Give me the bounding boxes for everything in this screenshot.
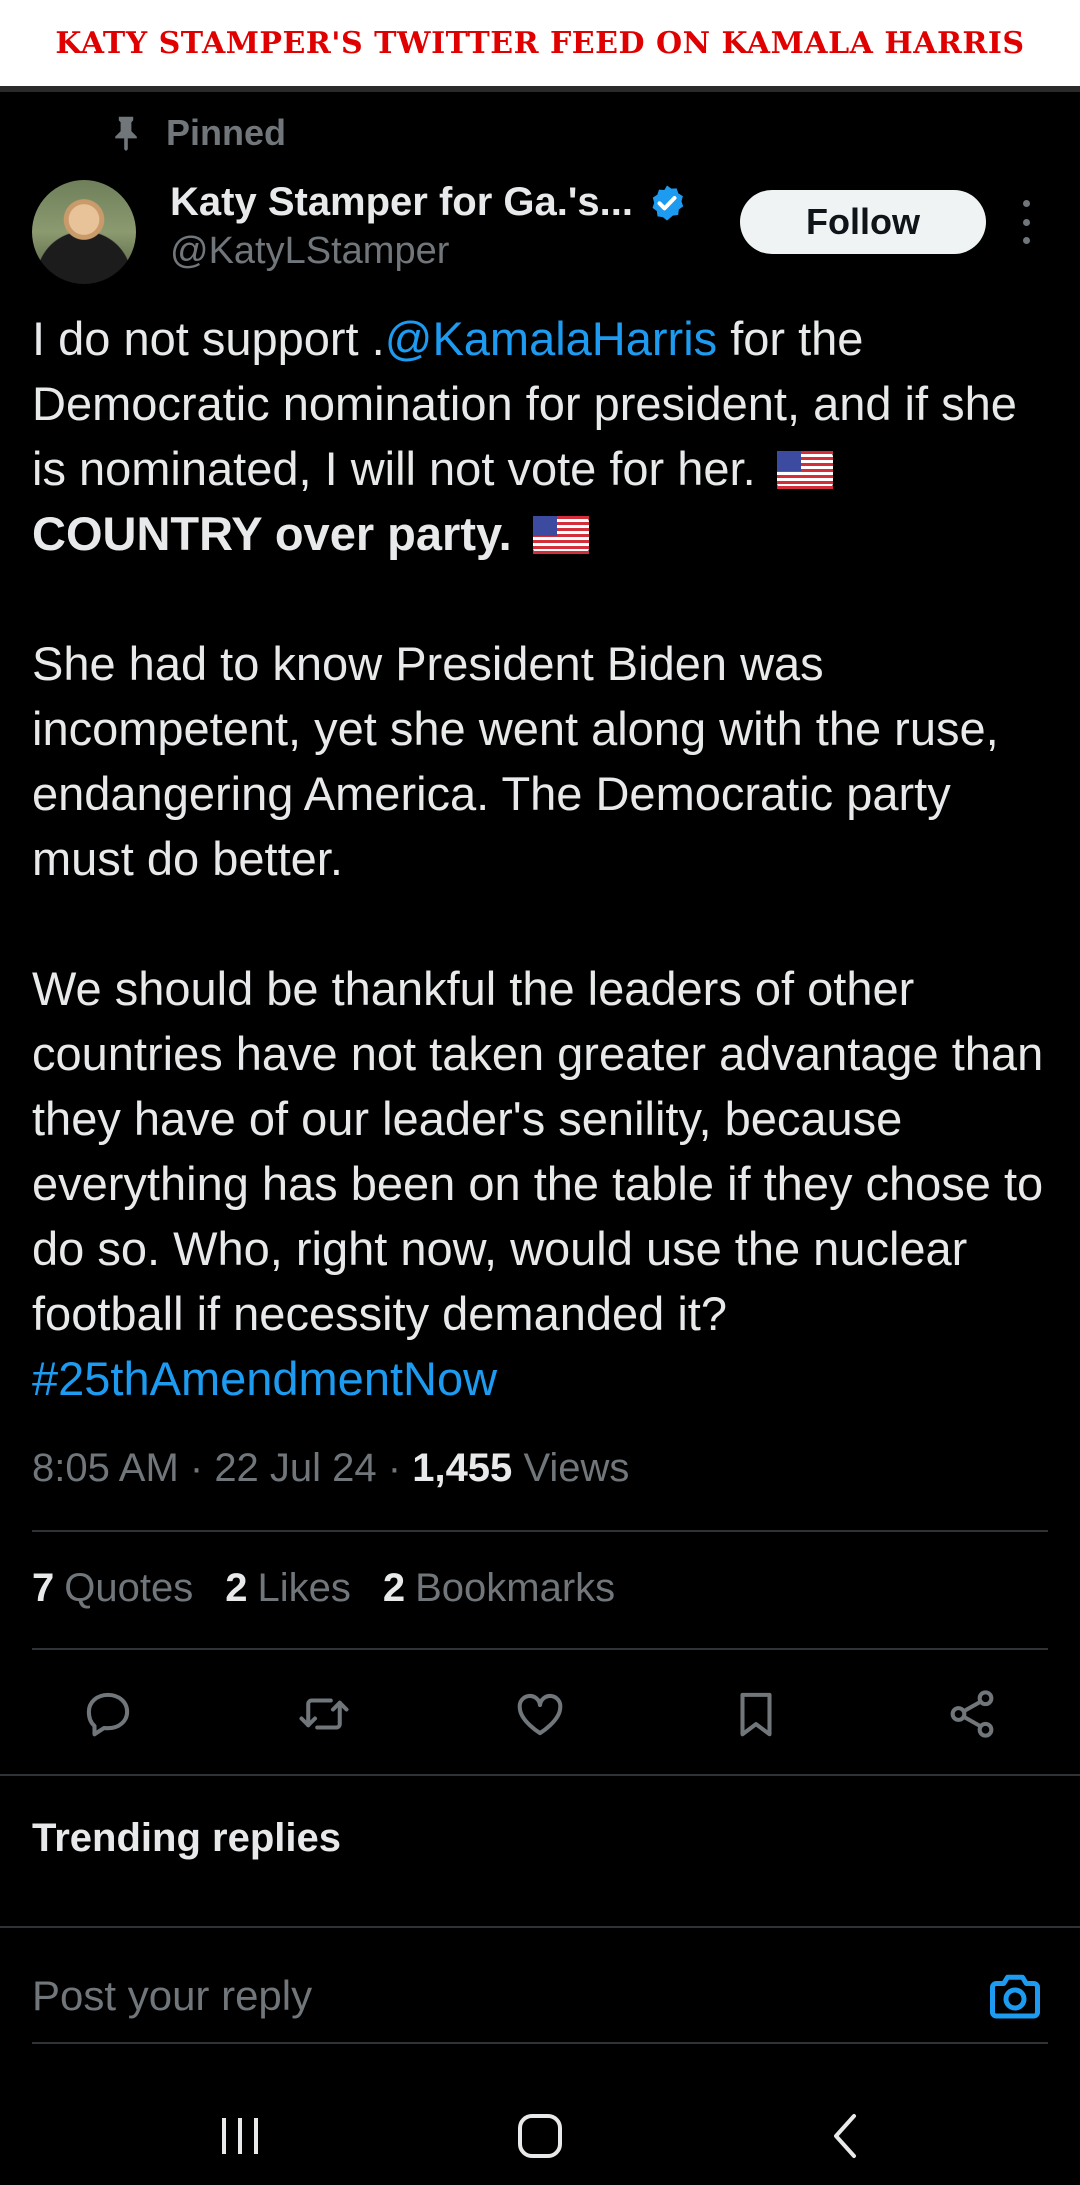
pin-icon bbox=[115, 116, 137, 151]
quotes-stat[interactable]: 7 Quotes bbox=[32, 1566, 193, 1611]
tweet-meta: 8:05 AM · 22 Jul 24 · 1,455 Views bbox=[32, 1446, 630, 1490]
divider bbox=[0, 1926, 1080, 1928]
reply-icon[interactable] bbox=[78, 1684, 138, 1744]
banner-divider bbox=[0, 86, 1080, 92]
pinned-label: Pinned bbox=[166, 112, 287, 153]
banner-title: KATY STAMPER'S TWITTER FEED ON KAMALA HA… bbox=[55, 25, 1025, 61]
views-count: 1,455 bbox=[412, 1446, 513, 1490]
divider bbox=[32, 1530, 1048, 1532]
tweet-bold-line: COUNTRY over party. bbox=[32, 507, 512, 560]
follow-button[interactable]: Follow bbox=[740, 190, 986, 254]
author-name[interactable]: Katy Stamper for Ga.'s... bbox=[170, 180, 633, 225]
mention-link[interactable]: @KamalaHarris bbox=[385, 312, 717, 365]
system-navigation-bar bbox=[0, 2090, 1080, 2185]
hashtag-link[interactable]: #25thAmendmentNow bbox=[32, 1352, 497, 1405]
pinned-indicator: Pinned bbox=[112, 112, 286, 154]
like-icon[interactable] bbox=[510, 1684, 570, 1744]
recent-apps-icon[interactable] bbox=[205, 2106, 275, 2166]
views-label: Views bbox=[523, 1446, 630, 1490]
back-icon[interactable] bbox=[810, 2106, 880, 2166]
share-icon[interactable] bbox=[942, 1684, 1002, 1744]
bookmark-icon[interactable] bbox=[726, 1684, 786, 1744]
author-handle[interactable]: @KatyLStamper bbox=[170, 230, 449, 273]
reply-input[interactable]: Post your reply bbox=[32, 1972, 312, 2020]
tweet-paragraph-3: We should be thankful the leaders of oth… bbox=[32, 962, 1044, 1405]
verified-badge-icon bbox=[652, 185, 684, 220]
tweet-time[interactable]: 8:05 AM bbox=[32, 1446, 179, 1490]
bookmarks-stat[interactable]: 2 Bookmarks bbox=[383, 1566, 615, 1611]
divider bbox=[0, 1774, 1080, 1776]
us-flag-icon bbox=[776, 451, 833, 489]
tweet-date[interactable]: 22 Jul 24 bbox=[214, 1446, 376, 1490]
header-banner: KATY STAMPER'S TWITTER FEED ON KAMALA HA… bbox=[0, 0, 1080, 86]
likes-stat[interactable]: 2 Likes bbox=[225, 1566, 351, 1611]
action-bar bbox=[0, 1670, 1080, 1756]
author-name-row[interactable]: Katy Stamper for Ga.'s... bbox=[170, 180, 687, 225]
us-flag-icon bbox=[532, 516, 589, 554]
camera-icon[interactable] bbox=[985, 1966, 1045, 2026]
trending-replies-label[interactable]: Trending replies bbox=[32, 1816, 341, 1861]
avatar[interactable] bbox=[32, 180, 136, 284]
divider bbox=[32, 2042, 1048, 2044]
engagement-stats: 7 Quotes 2 Likes 2 Bookmarks bbox=[32, 1566, 615, 1611]
divider bbox=[32, 1648, 1048, 1650]
tweet-body: I do not support .@KamalaHarris for the … bbox=[32, 306, 1062, 1411]
home-icon[interactable] bbox=[505, 2106, 575, 2166]
more-options-icon[interactable] bbox=[1016, 200, 1036, 244]
tweet-paragraph-1: I do not support .@KamalaHarris for the … bbox=[32, 312, 1017, 560]
tweet-paragraph-2: She had to know President Biden was inco… bbox=[32, 637, 999, 885]
retweet-icon[interactable] bbox=[294, 1684, 354, 1744]
